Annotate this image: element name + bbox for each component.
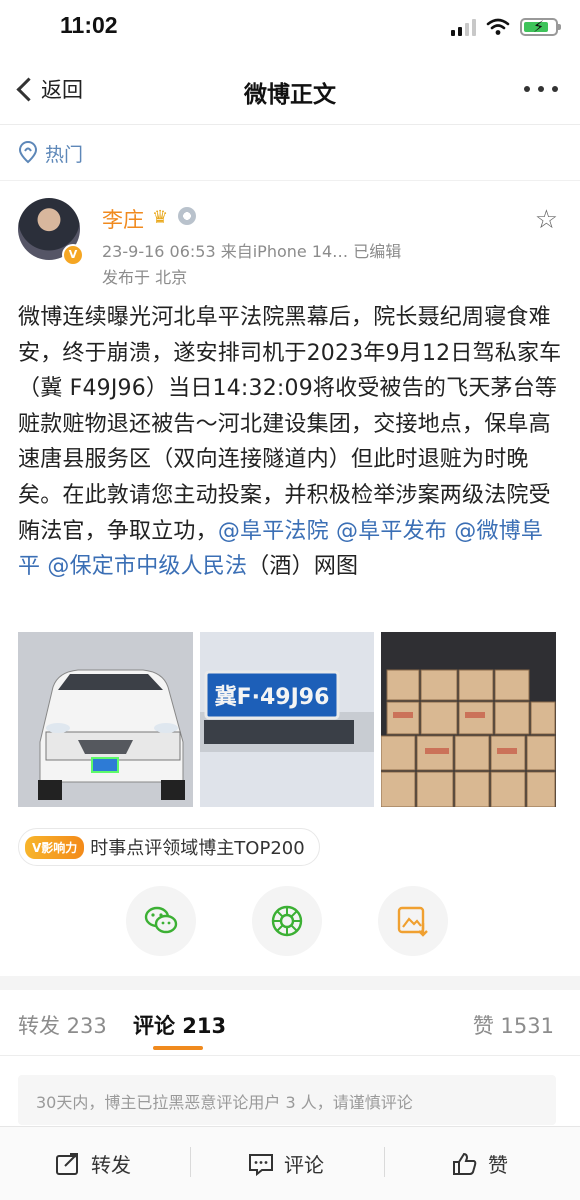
post-text: 微博连续曝光河北阜平法院黑幕后，院长聂纪周寝食难安，终于崩溃，遂安排司机于202… bbox=[18, 300, 562, 585]
post-text-tail: （酒）网图 bbox=[247, 554, 359, 580]
username[interactable]: 李庄 bbox=[102, 204, 144, 234]
plate-text: 冀F·49J96 bbox=[215, 685, 330, 710]
bottom-action-bar: 转发 评论 赞 bbox=[0, 1126, 580, 1200]
influence-badge[interactable]: V影响力 时事点评领域博主TOP200 bbox=[18, 828, 320, 866]
post-image-plate[interactable]: 冀F·49J96 bbox=[200, 632, 374, 807]
license-plate-illustration: 冀F·49J96 bbox=[200, 632, 374, 807]
tab-divider bbox=[0, 1055, 580, 1056]
forward-button[interactable]: 转发 bbox=[55, 1149, 131, 1178]
nav-bar: 返回 微博正文 bbox=[0, 58, 580, 125]
forward-icon bbox=[56, 1152, 78, 1175]
verified-badge-icon: V bbox=[62, 244, 84, 266]
page-title: 微博正文 bbox=[244, 82, 336, 108]
share-wechat-button[interactable] bbox=[126, 886, 196, 956]
tab-comments[interactable]: 评论 213 bbox=[133, 1010, 226, 1040]
wifi-icon bbox=[486, 18, 510, 35]
share-moments-button[interactable] bbox=[252, 886, 322, 956]
post-location: 发布于 北京 bbox=[102, 268, 188, 287]
wechat-icon bbox=[144, 906, 178, 934]
tab-likes[interactable]: 赞 1531 bbox=[473, 1010, 554, 1040]
cellular-signal-icon bbox=[451, 18, 476, 36]
save-image-button[interactable] bbox=[378, 886, 448, 956]
mention-link[interactable]: @保定市中级人民法 bbox=[47, 554, 247, 579]
favorite-star-icon[interactable]: ☆ bbox=[535, 205, 558, 235]
comment-button[interactable]: 评论 bbox=[248, 1149, 324, 1178]
bar-separator bbox=[384, 1147, 385, 1177]
boxes-illustration bbox=[381, 632, 556, 807]
post-image-boxes[interactable] bbox=[381, 632, 556, 807]
comment-notice-text: 30天内，博主已拉黑恶意评论用户 3 人，请谨慎评论 bbox=[36, 1093, 413, 1112]
medal-icon bbox=[178, 207, 196, 225]
bar-separator bbox=[190, 1147, 191, 1177]
location-pin-icon bbox=[18, 140, 38, 164]
like-label: 赞 bbox=[488, 1153, 508, 1177]
comment-icon bbox=[249, 1153, 273, 1176]
tab-forwards[interactable]: 转发 233 bbox=[18, 1010, 107, 1040]
more-options-icon[interactable] bbox=[524, 86, 558, 92]
crown-icon: ♛ bbox=[152, 207, 169, 228]
status-time: 11:02 bbox=[60, 12, 118, 38]
hot-section-header[interactable]: 热门 bbox=[0, 125, 580, 181]
like-button[interactable]: 赞 bbox=[452, 1149, 508, 1178]
thumbs-up-icon bbox=[453, 1152, 477, 1175]
active-tab-indicator bbox=[153, 1046, 203, 1050]
comment-label: 评论 bbox=[284, 1153, 324, 1177]
mention-link[interactable]: @阜平法院 bbox=[218, 519, 329, 544]
post-text-main: 微博连续曝光河北阜平法院黑幕后，院长聂纪周寝食难安，终于崩溃，遂安排司机于202… bbox=[18, 305, 562, 544]
influence-text: 时事点评领域博主TOP200 bbox=[90, 838, 305, 859]
image-download-icon bbox=[397, 906, 428, 937]
post-meta: 23-9-16 06:53 来自iPhone 14… 已编辑 bbox=[102, 242, 402, 261]
mention-link[interactable]: @阜平发布 bbox=[336, 519, 447, 544]
battery-icon: ⚡ bbox=[520, 17, 561, 36]
comment-notice: 30天内，博主已拉黑恶意评论用户 3 人，请谨慎评论 bbox=[18, 1075, 556, 1125]
post-image-car[interactable] bbox=[18, 632, 193, 807]
section-divider bbox=[0, 976, 580, 990]
influence-tag: V影响力 bbox=[25, 835, 85, 859]
forward-label: 转发 bbox=[91, 1153, 131, 1177]
moments-icon bbox=[271, 905, 303, 937]
hot-label: 热门 bbox=[45, 144, 84, 166]
white-suv-illustration bbox=[18, 632, 193, 807]
status-icons: ⚡ bbox=[451, 16, 561, 38]
